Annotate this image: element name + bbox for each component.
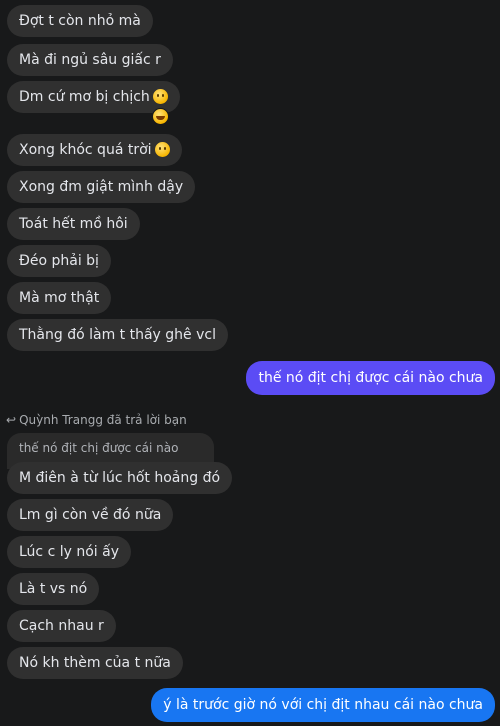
- message-bubble-incoming[interactable]: Dm cứ mơ bị chịch: [7, 81, 180, 113]
- message-text: Cạch nhau r: [19, 618, 104, 634]
- message-text: Đợt t còn nhỏ mà: [19, 13, 141, 29]
- message-text: Dm cứ mơ bị chịch: [19, 89, 150, 105]
- message-text: Đéo phải bị: [19, 253, 99, 269]
- reply-indicator: ↩ Quỳnh Trangg đã trả lời bạn: [6, 412, 187, 428]
- message-bubble-incoming[interactable]: Lúc c ly nói ấy: [7, 536, 131, 568]
- message-text: Xong đm giật mình dậy: [19, 179, 184, 195]
- message-bubble-incoming[interactable]: Thằng đó làm t thấy ghê vcl: [7, 319, 228, 351]
- message-bubble-incoming[interactable]: Đéo phải bị: [7, 245, 111, 277]
- message-bubble-incoming[interactable]: Mà đi ngủ sâu giấc r: [7, 44, 173, 76]
- message-bubble-incoming[interactable]: Xong đm giật mình dậy: [7, 171, 196, 203]
- reply-arrow-icon: ↩: [6, 413, 17, 427]
- message-bubble-outgoing[interactable]: ý là trước giờ nó với chị địt nhau cái n…: [151, 688, 495, 722]
- message-text: Toát hết mồ hôi: [19, 216, 128, 232]
- slightly-smiling-emoji-icon: [152, 88, 168, 104]
- message-bubble-incoming[interactable]: Xong khóc quá trời: [7, 134, 182, 166]
- message-bubble-incoming[interactable]: Nó kh thèm của t nữa: [7, 647, 183, 679]
- message-text: Là t vs nó: [19, 581, 88, 597]
- message-bubble-incoming[interactable]: Mà mơ thật: [7, 282, 112, 314]
- message-bubble-outgoing[interactable]: thế nó địt chị được cái nào chưa: [246, 361, 495, 395]
- message-bubble-incoming[interactable]: Là t vs nó: [7, 573, 100, 605]
- message-text: Lúc c ly nói ấy: [19, 544, 119, 560]
- message-bubble-incoming[interactable]: Đợt t còn nhỏ mà: [7, 5, 153, 37]
- slightly-smiling-emoji-icon: [154, 141, 170, 157]
- message-text: Mà đi ngủ sâu giấc r: [19, 52, 161, 68]
- reply-label-text: Quỳnh Trangg đã trả lời bạn: [19, 413, 187, 427]
- message-bubble-incoming[interactable]: M điên à từ lúc hốt hoảng đó: [7, 462, 233, 494]
- grinning-sweat-reaction-icon[interactable]: [152, 108, 169, 125]
- message-text: M điên à từ lúc hốt hoảng đó: [19, 470, 221, 486]
- message-bubble-incoming[interactable]: Toát hết mồ hôi: [7, 208, 140, 240]
- message-text: Nó kh thèm của t nữa: [19, 655, 171, 671]
- message-text: Thằng đó làm t thấy ghê vcl: [19, 327, 216, 343]
- message-text: ý là trước giờ nó với chị địt nhau cái n…: [163, 697, 483, 713]
- message-text: Lm gì còn về đó nữa: [19, 507, 162, 523]
- message-bubble-incoming[interactable]: Cạch nhau r: [7, 610, 116, 642]
- message-text: thế nó địt chị được cái nào chưa: [258, 370, 483, 386]
- message-bubble-incoming[interactable]: Lm gì còn về đó nữa: [7, 499, 174, 531]
- message-text: Xong khóc quá trời: [19, 142, 152, 158]
- message-text: Mà mơ thật: [19, 290, 100, 306]
